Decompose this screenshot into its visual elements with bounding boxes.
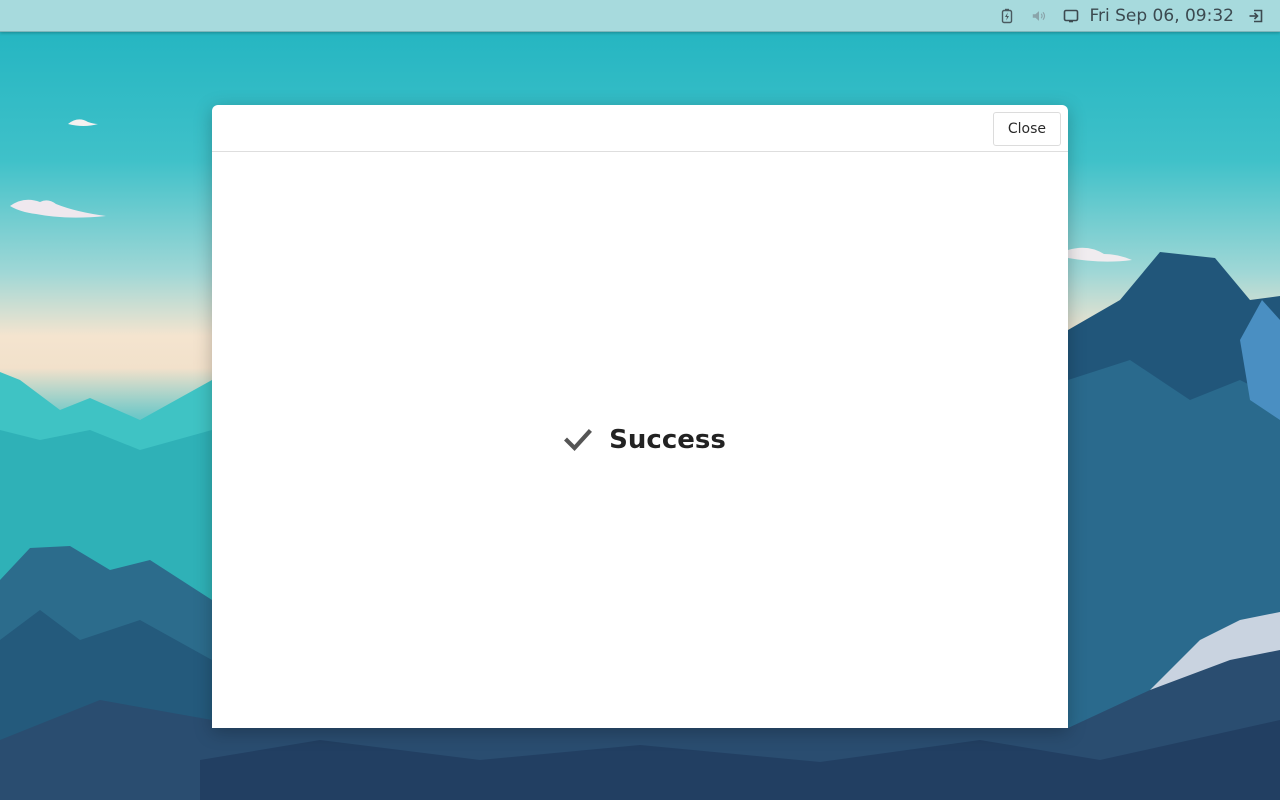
clock[interactable]: Fri Sep 06, 09:32 <box>1089 6 1234 26</box>
success-message: Success <box>564 425 726 455</box>
success-dialog: Close Success <box>212 105 1068 728</box>
volume-icon[interactable] <box>1031 8 1047 24</box>
close-button[interactable]: Close <box>992 112 1061 146</box>
desktop: Fri Sep 06, 09:32 Close Success <box>0 0 1280 800</box>
battery-icon[interactable] <box>999 8 1015 24</box>
logout-icon[interactable] <box>1248 8 1264 24</box>
dialog-header: Close <box>212 105 1068 152</box>
success-text: Success <box>609 424 726 455</box>
display-icon[interactable] <box>1063 8 1079 24</box>
top-bar: Fri Sep 06, 09:32 <box>0 0 1280 32</box>
dialog-body: Success <box>212 153 1068 728</box>
check-icon <box>564 428 593 451</box>
